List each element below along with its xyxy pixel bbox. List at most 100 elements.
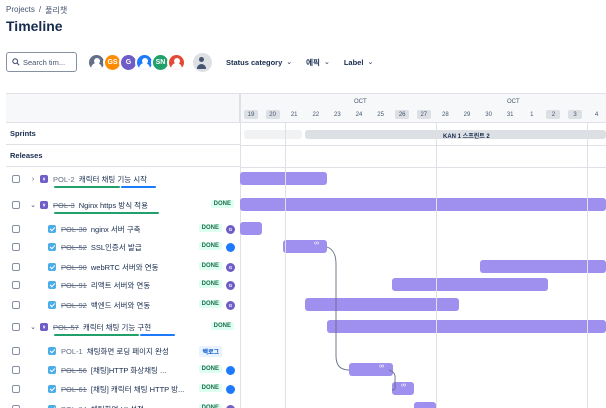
chevron-right-icon[interactable]: › — [28, 176, 38, 183]
timeline-bar[interactable] — [283, 240, 327, 253]
issue-row[interactable]: POL-1 채팅화면 로딩 페이지 완성 백로그 — [6, 341, 240, 361]
issue-row[interactable]: POL-84 채팅화면 UI 설정 DONE G — [6, 399, 240, 408]
chevron-down-icon[interactable]: ⌄ — [28, 323, 38, 331]
avatar[interactable]: G — [226, 404, 235, 408]
filter-label: Label — [343, 57, 364, 67]
issue-summary[interactable]: SSL인증서 발급 — [91, 242, 142, 253]
avatar[interactable] — [226, 365, 235, 375]
row-divider — [240, 167, 606, 168]
timeline-bar[interactable] — [349, 363, 393, 376]
issue-key[interactable]: POL-52 — [61, 243, 87, 252]
day-label: 25 — [377, 111, 384, 118]
avatar[interactable]: G — [226, 224, 235, 234]
epic-filter[interactable]: 에픽 ⌄ — [306, 57, 330, 68]
issue-key[interactable]: POL-57 — [53, 323, 79, 332]
epic-row[interactable]: › POL-2 캐릭터 채팅 기능 시작 — [6, 169, 240, 189]
timeline-bar[interactable] — [240, 198, 606, 211]
search-input[interactable]: Search tim... — [6, 52, 77, 72]
issue-key[interactable]: POL-84 — [61, 405, 87, 408]
row-divider — [240, 145, 606, 146]
breadcrumb-project-name-link[interactable]: 풀리챗 — [45, 5, 67, 16]
issue-key[interactable]: POL-1 — [61, 347, 83, 356]
status-badge[interactable]: DONE — [210, 322, 234, 330]
list-divider[interactable] — [240, 94, 241, 408]
avatar[interactable]: G — [226, 300, 235, 310]
day-label: 29 — [463, 111, 471, 118]
sprints-row[interactable]: Sprints — [6, 123, 240, 145]
issue-row[interactable]: POL-61 [채팅] 캐릭터 채팅 HTTP 방... DONE — [6, 379, 240, 399]
status-badge[interactable]: DONE — [210, 200, 234, 208]
row-checkbox[interactable] — [12, 323, 20, 331]
avatar[interactable]: G — [226, 280, 235, 290]
sprint-bar-prev[interactable] — [244, 130, 302, 139]
row-checkbox[interactable] — [12, 347, 20, 355]
issue-key[interactable]: POL-2 — [53, 175, 75, 184]
status-badge[interactable]: DONE — [198, 224, 222, 232]
issue-key[interactable]: POL-30 — [61, 225, 87, 234]
row-checkbox[interactable] — [12, 175, 20, 183]
issue-summary[interactable]: [채팅]HTTP 화상채팅 ... — [91, 365, 166, 376]
breadcrumb: Projects / 풀리챗 — [6, 5, 67, 16]
row-checkbox[interactable] — [12, 263, 20, 271]
status-badge[interactable]: DONE — [198, 384, 222, 392]
releases-row[interactable]: Releases — [6, 145, 240, 167]
issue-key[interactable]: POL-92 — [61, 301, 87, 310]
issue-summary[interactable]: Nginx https 방식 적용 — [79, 200, 148, 211]
status-badge[interactable]: DONE — [198, 365, 222, 373]
row-checkbox[interactable] — [12, 301, 20, 309]
breadcrumb-projects-link[interactable]: Projects — [6, 5, 35, 16]
label-filter[interactable]: Label ⌄ — [344, 58, 373, 67]
link-icon: ∞ — [379, 363, 384, 370]
issue-key[interactable]: POL-90 — [61, 263, 87, 272]
issue-row[interactable]: POL-90 webRTC 서버와 연동 DONE G — [6, 257, 240, 277]
status-badge[interactable]: 백로그 — [199, 346, 222, 357]
avatar[interactable] — [226, 384, 235, 394]
issue-summary[interactable]: nginx 서버 구축 — [91, 224, 141, 235]
epic-row[interactable]: ⌄ POL-3 Nginx https 방식 적용 DONE — [6, 195, 240, 215]
month-label: OCT — [354, 99, 367, 105]
issue-row[interactable]: POL-91 리액트 서버와 연동 DONE G — [6, 275, 240, 295]
timeline-bar[interactable] — [240, 222, 262, 235]
issue-key[interactable]: POL-56 — [61, 366, 87, 375]
issue-summary[interactable]: 채팅화면 UI 설정 — [91, 404, 144, 408]
avatar[interactable] — [226, 242, 235, 252]
issue-summary[interactable]: webRTC 서버와 연동 — [91, 262, 159, 273]
status-badge[interactable]: DONE — [198, 404, 222, 408]
chevron-down-icon[interactable]: ⌄ — [28, 201, 38, 209]
issue-row[interactable]: POL-56 [채팅]HTTP 화상채팅 ... DONE — [6, 360, 240, 380]
issue-row[interactable]: POL-52 SSL인증서 발급 DONE — [6, 237, 240, 257]
day-label: 23 — [334, 111, 341, 118]
epic-icon — [40, 323, 48, 331]
row-checkbox[interactable] — [12, 366, 20, 374]
issue-summary[interactable]: 채팅화면 로딩 페이지 완성 — [87, 346, 169, 357]
status-badge[interactable]: DONE — [198, 262, 222, 270]
row-checkbox[interactable] — [12, 201, 20, 209]
row-checkbox[interactable] — [12, 243, 20, 251]
issue-row[interactable]: POL-92 백엔드 서버와 연동 DONE G — [6, 295, 240, 315]
timeline-bar[interactable] — [240, 172, 327, 185]
epic-row[interactable]: ⌄ POL-57 캐릭터 채팅 기능 구현 DONE — [6, 317, 240, 337]
timeline-bar[interactable] — [392, 278, 548, 291]
timeline-bar[interactable] — [414, 402, 436, 408]
issue-row[interactable]: POL-30 nginx 서버 구축 DONE G — [6, 219, 240, 239]
issue-summary[interactable]: 리액트 서버와 연동 — [91, 280, 150, 291]
issue-key[interactable]: POL-3 — [53, 201, 75, 210]
issue-key[interactable]: POL-61 — [61, 385, 87, 394]
issue-summary[interactable]: 캐릭터 채팅 기능 구현 — [83, 322, 151, 333]
status-badge[interactable]: DONE — [198, 300, 222, 308]
row-checkbox[interactable] — [12, 281, 20, 289]
add-people-icon[interactable] — [193, 52, 212, 72]
avatar[interactable] — [167, 52, 186, 72]
issue-summary[interactable]: 백엔드 서버와 연동 — [91, 300, 150, 311]
avatar[interactable]: G — [226, 262, 235, 272]
issue-summary[interactable]: [채팅] 캐릭터 채팅 HTTP 방... — [91, 384, 184, 395]
issue-summary[interactable]: 캐릭터 채팅 기능 시작 — [79, 174, 147, 185]
timeline-bar[interactable] — [327, 320, 606, 333]
row-checkbox[interactable] — [12, 225, 20, 233]
status-badge[interactable]: DONE — [198, 280, 222, 288]
status-category-filter[interactable]: Status category ⌄ — [226, 58, 292, 67]
row-checkbox[interactable] — [12, 385, 20, 393]
status-badge[interactable]: DONE — [198, 242, 222, 250]
issue-key[interactable]: POL-91 — [61, 281, 87, 290]
day-label: 27 — [416, 110, 431, 119]
